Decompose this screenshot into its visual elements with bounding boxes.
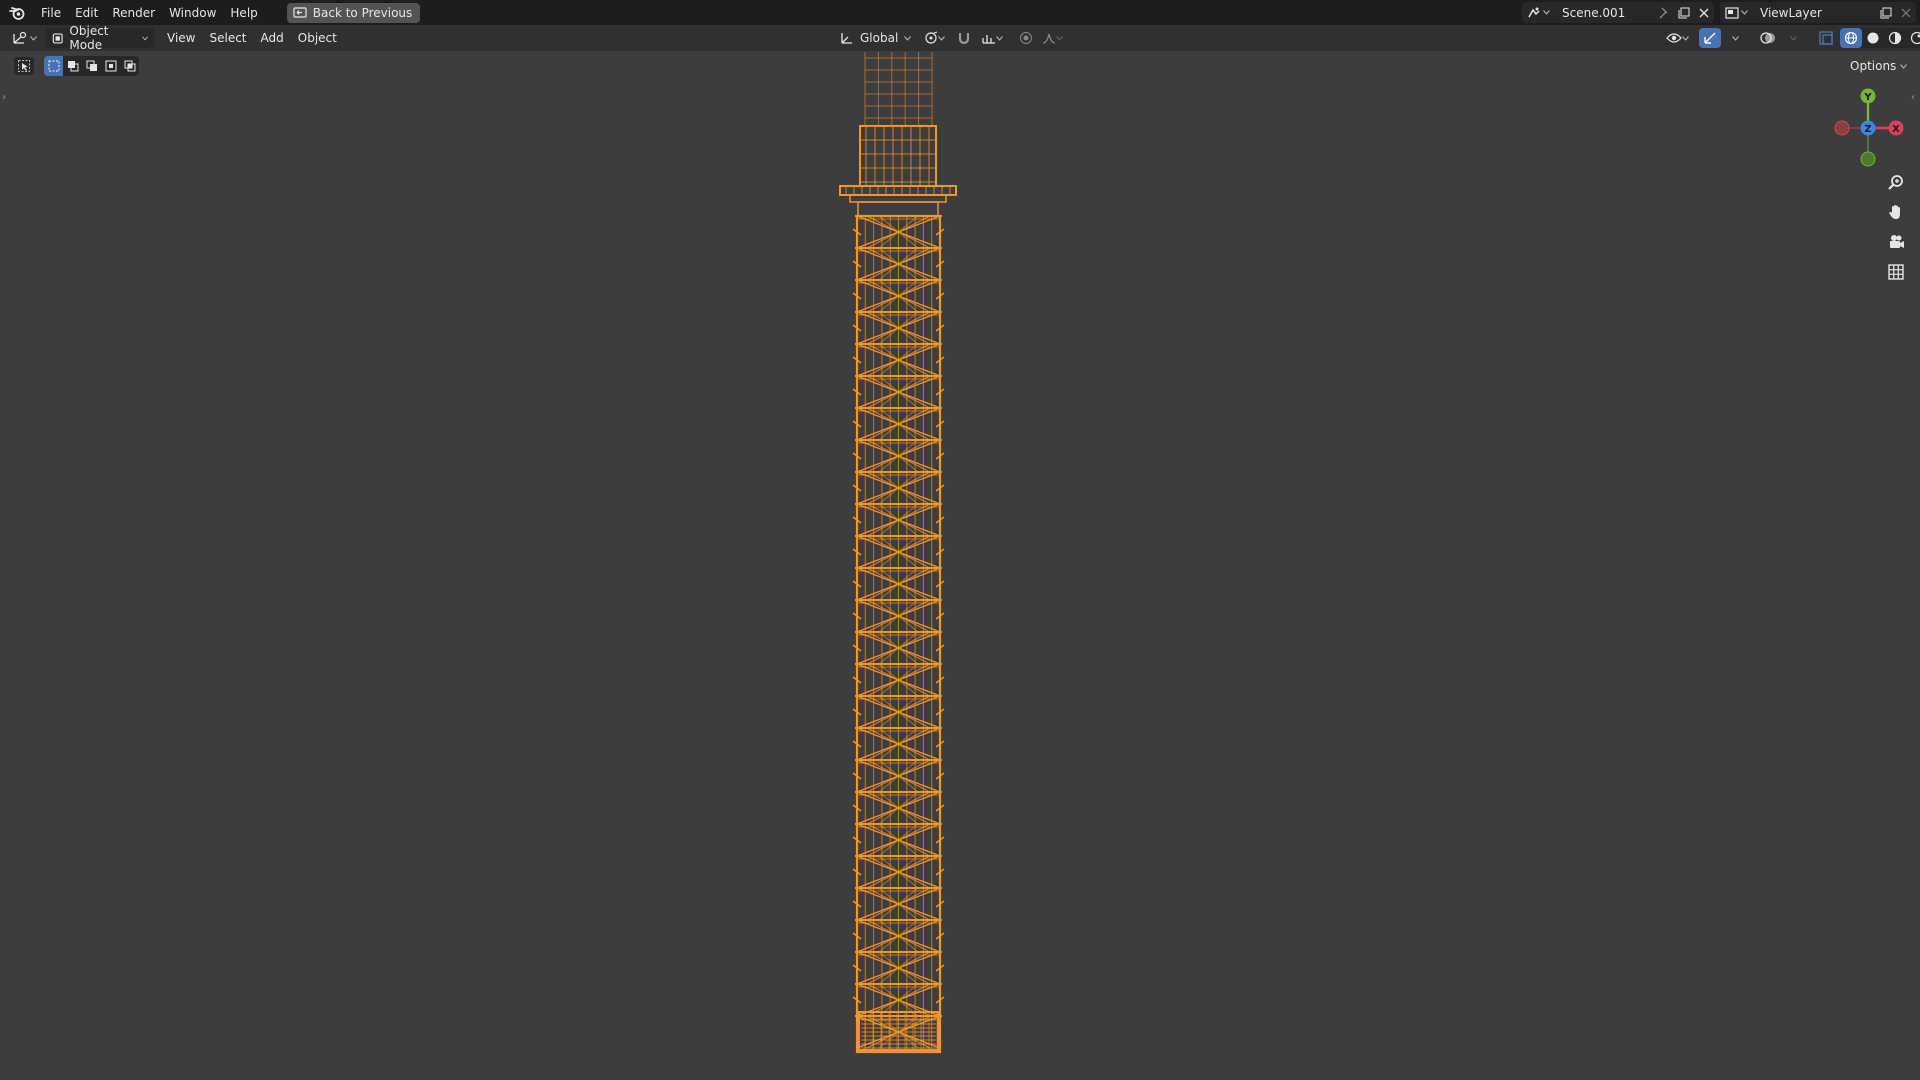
zoom-magnifier-icon [1888,175,1903,190]
camera-icon [1890,235,1904,248]
pan-view-button[interactable] [1884,200,1908,224]
grid-icon [1888,264,1904,280]
neg-y-axis-handle[interactable] [1860,151,1876,167]
wireframe-tower-object[interactable] [0,0,1920,1080]
navigation-gizmo[interactable]: Y X Z [1818,84,1918,170]
y-axis-label: Y [1863,92,1872,103]
hand-icon [1889,205,1900,219]
neg-x-axis-handle[interactable] [1834,120,1850,136]
z-axis-label: Z [1864,124,1871,135]
toggle-perspective-button[interactable] [1884,260,1908,284]
camera-view-button[interactable] [1884,230,1908,254]
x-axis-label: X [1892,124,1900,135]
zoom-view-button[interactable] [1884,170,1908,194]
